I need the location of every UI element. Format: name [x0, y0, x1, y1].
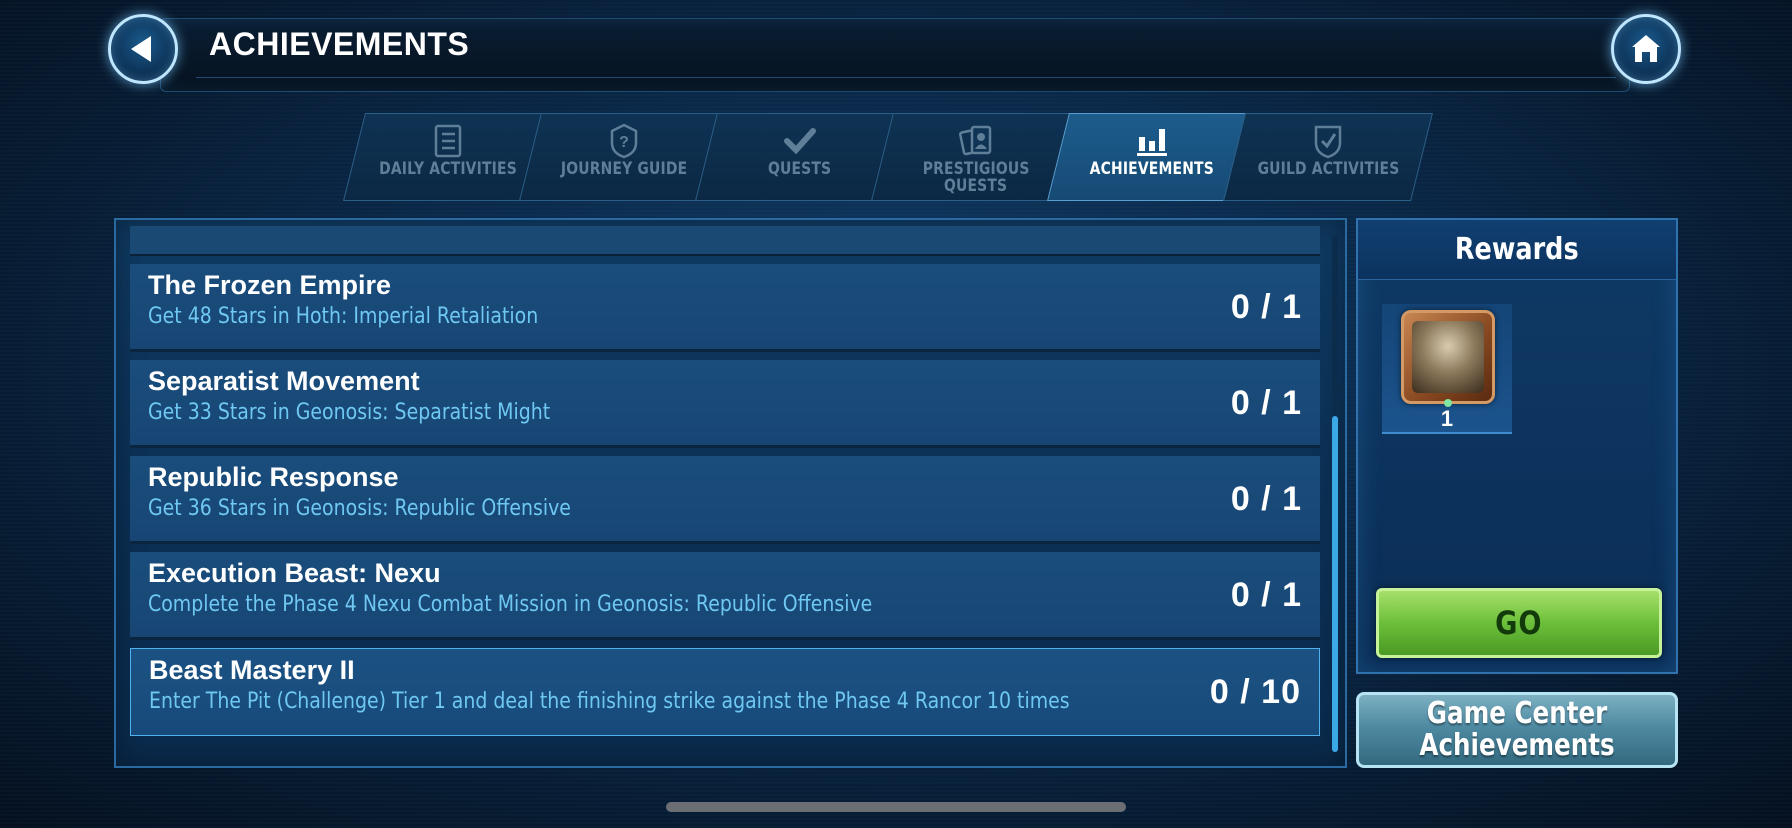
go-button[interactable]: GO	[1376, 588, 1662, 658]
scrollbar-thumb[interactable]	[1332, 416, 1338, 752]
reward-count: 1	[1440, 406, 1454, 431]
achievement-description: Enter The Pit (Challenge) Tier 1 and dea…	[149, 689, 1070, 714]
tab-bar: DAILY ACTIVITIES ? JOURNEY GUIDE QUESTS	[343, 113, 1440, 201]
achievement-progress: 0 / 1	[1230, 576, 1302, 614]
back-button[interactable]	[108, 14, 178, 84]
rewards-panel: Rewards 1 GO	[1356, 218, 1678, 674]
back-arrow-icon	[131, 36, 151, 62]
achievement-row-selected[interactable]: Beast Mastery II Enter The Pit (Challeng…	[130, 648, 1320, 736]
reward-item[interactable]: 1	[1382, 304, 1512, 434]
tab-guild-activities[interactable]	[1223, 113, 1433, 201]
home-indicator[interactable]	[666, 802, 1126, 812]
achievement-row[interactable]: Execution Beast: Nexu Complete the Phase…	[130, 552, 1320, 640]
achievement-description: Get 48 Stars in Hoth: Imperial Retaliati…	[148, 304, 539, 329]
home-icon	[1632, 35, 1660, 62]
achievement-row[interactable]: Separatist Movement Get 33 Stars in Geon…	[130, 360, 1320, 448]
rewards-header: Rewards	[1358, 220, 1676, 280]
achievement-description: Complete the Phase 4 Nexu Combat Mission…	[148, 592, 873, 617]
rewards-title: Rewards	[1455, 232, 1579, 267]
go-label: GO	[1495, 604, 1543, 642]
home-button[interactable]	[1611, 14, 1681, 84]
achievement-title: Separatist Movement	[148, 366, 420, 396]
achievement-description: Get 33 Stars in Geonosis: Separatist Mig…	[148, 400, 551, 425]
game-center-label-line2: Achievements	[1419, 728, 1615, 763]
achievements-list[interactable]: The Frozen Empire Get 48 Stars in Hoth: …	[114, 218, 1347, 768]
list-row-partial	[130, 226, 1320, 256]
achievement-title: Republic Response	[148, 462, 399, 492]
achievement-title: Beast Mastery II	[149, 655, 355, 685]
achievement-row[interactable]: The Frozen Empire Get 48 Stars in Hoth: …	[130, 264, 1320, 352]
achievement-progress: 0 / 1	[1230, 288, 1302, 326]
game-center-achievements-button[interactable]: Game Center Achievements	[1356, 692, 1678, 768]
achievement-progress: 0 / 1	[1230, 480, 1302, 518]
page-title: ACHIEVEMENTS	[209, 26, 470, 62]
achievement-progress: 0 / 1	[1230, 384, 1302, 422]
achievement-progress: 0 / 10	[1209, 673, 1301, 711]
achievement-row[interactable]: Republic Response Get 36 Stars in Geonos…	[130, 456, 1320, 544]
achievement-title: Execution Beast: Nexu	[148, 558, 441, 588]
character-portrait-image	[1412, 321, 1484, 393]
achievement-description: Get 36 Stars in Geonosis: Republic Offen…	[148, 496, 571, 521]
character-portrait-icon	[1401, 310, 1495, 404]
game-center-label-line1: Game Center	[1426, 696, 1608, 731]
achievement-title: The Frozen Empire	[148, 270, 392, 300]
